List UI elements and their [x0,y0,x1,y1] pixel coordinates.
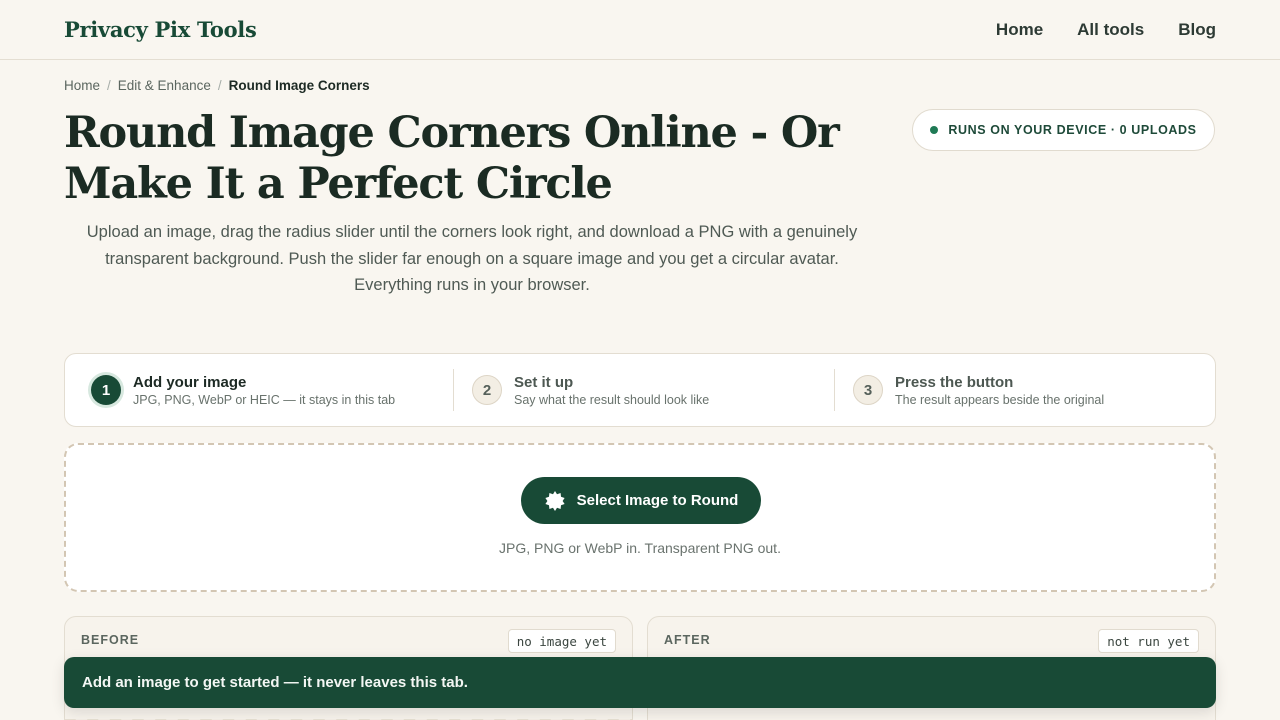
step-number: 3 [853,375,883,405]
after-label: AFTER [664,633,711,647]
breadcrumb-separator: / [217,78,222,93]
badge-burst-icon [544,490,566,512]
step-title: Set it up [514,373,574,391]
step-add-image: 1 Add your image JPG, PNG, WebP or HEIC … [65,369,453,411]
privacy-badge: RUNS ON YOUR DEVICE · 0 UPLOADS [912,109,1215,151]
steps-indicator: 1 Add your image JPG, PNG, WebP or HEIC … [64,353,1216,427]
before-label: BEFORE [81,633,140,647]
main-nav: Home All tools Blog [996,20,1216,40]
status-dot-icon [930,126,939,134]
nav-blog[interactable]: Blog [1178,20,1216,40]
select-image-label: Select Image to Round [576,492,739,509]
step-title: Add your image [133,373,247,391]
breadcrumb-separator: / [107,78,111,93]
step-title: Press the button [895,373,1014,391]
select-image-button[interactable]: Select Image to Round [521,477,761,524]
brand-logo[interactable]: Privacy Pix Tools [64,17,257,42]
step-press-button: 3 Press the button The result appears be… [834,369,1215,411]
step-number: 1 [91,375,121,405]
privacy-badge-label: RUNS ON YOUR DEVICE · 0 UPLOADS [948,123,1197,137]
breadcrumb-current: Round Image Corners [228,78,370,93]
nav-home[interactable]: Home [996,20,1043,40]
step-description: The result appears beside the original [895,392,1105,407]
nav-all-tools[interactable]: All tools [1077,20,1144,40]
before-status-badge: no image yet [507,629,616,653]
intro-text: Upload an image, drag the radius slider … [86,223,858,294]
dropzone-hint: JPG, PNG or WebP in. Transparent PNG out… [499,540,781,556]
step-description: JPG, PNG, WebP or HEIC — it stays in thi… [133,392,396,407]
breadcrumb-home[interactable]: Home [64,78,100,93]
step-set-up: 2 Set it up Say what the result should l… [453,369,834,411]
step-description: Say what the result should look like [514,392,710,407]
top-bar: Privacy Pix Tools Home All tools Blog [0,0,1280,60]
breadcrumb-edit-enhance[interactable]: Edit & Enhance [118,78,211,93]
breadcrumb: Home / Edit & Enhance / Round Image Corn… [64,78,370,93]
page-title: Round Image Corners Online - Or Make It … [64,108,840,209]
status-toast: Add an image to get started — it never l… [64,657,1216,708]
step-number: 2 [472,375,502,405]
after-status-badge: not run yet [1098,629,1199,653]
image-dropzone[interactable]: Select Image to Round JPG, PNG or WebP i… [64,443,1216,592]
